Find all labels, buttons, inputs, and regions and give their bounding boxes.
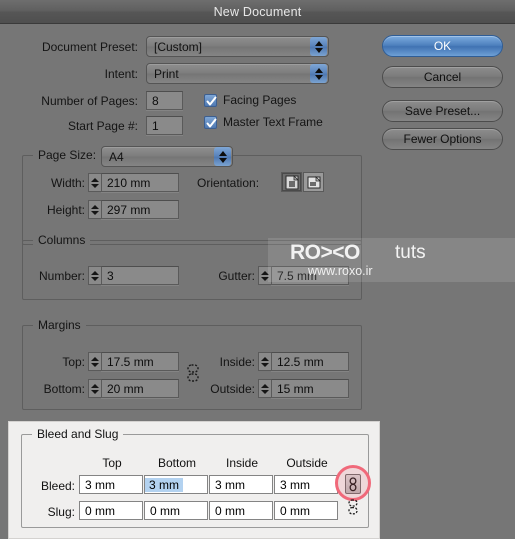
slug-inside-input[interactable]: 0 mm <box>209 501 273 520</box>
margin-inside-stepper[interactable] <box>258 352 271 371</box>
chevron-updown-icon <box>310 37 327 56</box>
facing-pages-label: Facing Pages <box>223 93 297 107</box>
document-preset-label: Document Preset: <box>41 40 138 54</box>
number-of-pages-input[interactable]: 8 <box>146 91 183 110</box>
slug-link-icon[interactable] <box>346 499 360 520</box>
orientation-portrait-button[interactable] <box>281 172 302 192</box>
columns-number-stepper[interactable] <box>88 266 101 285</box>
window-titlebar[interactable]: New Document <box>0 0 515 24</box>
bleed-bottom-selected-text: 3 mm <box>145 477 183 492</box>
cancel-button[interactable]: Cancel <box>382 66 503 88</box>
bleed-col-header-inside: Inside <box>225 456 259 470</box>
chevron-updown-icon <box>310 64 327 83</box>
bleed-and-slug-panel: Bleed and Slug Top Bottom Inside Outside… <box>8 421 380 539</box>
bleed-and-slug-group-label: Bleed and Slug <box>32 427 124 441</box>
master-text-frame-checkbox-row[interactable]: Master Text Frame <box>204 115 323 129</box>
margin-inside-label: Inside: <box>219 355 255 369</box>
bleed-link-highlight-ring <box>335 465 371 501</box>
margin-bottom-stepper[interactable] <box>88 379 101 398</box>
page-size-value: A4 <box>109 149 124 164</box>
slug-row-label: Slug: <box>47 505 75 519</box>
width-label: Width: <box>50 176 85 190</box>
margin-outside-stepper[interactable] <box>258 379 271 398</box>
landscape-page-icon <box>307 175 321 188</box>
save-preset-button[interactable]: Save Preset... <box>382 100 503 122</box>
gutter-stepper[interactable] <box>258 266 271 285</box>
height-input[interactable]: 297 mm <box>101 200 179 219</box>
columns-number-label: Number: <box>38 269 85 283</box>
margin-bottom-label: Bottom: <box>43 382 85 396</box>
bleed-col-header-outside: Outside <box>286 456 328 470</box>
width-input[interactable]: 210 mm <box>101 173 179 192</box>
columns-group-label: Columns <box>33 233 91 247</box>
fewer-options-button[interactable]: Fewer Options <box>382 128 503 150</box>
bleed-inside-input[interactable]: 3 mm <box>209 475 273 494</box>
dialog-body: Document Preset: [Custom] Intent: Print … <box>0 25 515 539</box>
margin-bottom-input[interactable]: 20 mm <box>101 379 179 398</box>
gutter-input[interactable]: 7.5 mm <box>271 266 349 285</box>
width-stepper[interactable] <box>88 173 101 192</box>
intent-value: Print <box>154 66 179 81</box>
bleed-top-input[interactable]: 3 mm <box>79 475 143 494</box>
bleed-outside-input[interactable]: 3 mm <box>274 475 338 494</box>
document-preset-value: [Custom] <box>154 39 203 54</box>
bleed-and-slug-group: Bleed and Slug Top Bottom Inside Outside… <box>21 427 371 528</box>
bleed-row-label: Bleed: <box>40 479 75 493</box>
page-size-select[interactable]: A4 <box>101 146 233 167</box>
height-stepper[interactable] <box>88 200 101 219</box>
window-title: New Document <box>213 4 302 19</box>
intent-label: Intent: <box>104 67 138 81</box>
checkbox-checked-icon[interactable] <box>204 93 217 107</box>
number-of-pages-label: Number of Pages: <box>41 94 138 108</box>
start-page-input[interactable]: 1 <box>146 116 183 135</box>
orientation-landscape-button[interactable] <box>303 172 324 192</box>
chevron-updown-icon <box>214 147 231 166</box>
margin-inside-input[interactable]: 12.5 mm <box>271 352 349 371</box>
margin-outside-input[interactable]: 15 mm <box>271 379 349 398</box>
height-label: Height: <box>46 203 85 217</box>
slug-top-input[interactable]: 0 mm <box>79 501 143 520</box>
portrait-page-icon <box>285 174 299 189</box>
page-size-group-label: Page Size: <box>33 148 102 162</box>
columns-number-input[interactable]: 3 <box>101 266 179 285</box>
page-size-group: Page Size: <box>22 148 362 245</box>
start-page-label: Start Page #: <box>67 119 138 133</box>
ok-button[interactable]: OK <box>382 35 503 57</box>
orientation-label: Orientation: <box>197 176 260 190</box>
facing-pages-checkbox-row[interactable]: Facing Pages <box>204 93 296 107</box>
gutter-label: Gutter: <box>218 269 255 283</box>
master-text-frame-label: Master Text Frame <box>223 115 323 129</box>
margin-top-stepper[interactable] <box>88 352 101 371</box>
checkbox-checked-icon[interactable] <box>204 115 217 129</box>
bleed-col-header-bottom: Bottom <box>157 456 196 470</box>
document-preset-select[interactable]: [Custom] <box>146 36 329 57</box>
bleed-col-header-top: Top <box>102 456 122 470</box>
slug-outside-input[interactable]: 0 mm <box>274 501 338 520</box>
slug-bottom-input[interactable]: 0 mm <box>144 501 208 520</box>
margin-outside-label: Outside: <box>210 382 255 396</box>
margins-group-label: Margins <box>33 318 86 332</box>
new-document-dialog: New Document Document Preset: [Custom] I… <box>0 0 515 539</box>
margin-top-label: Top: <box>62 355 85 369</box>
margin-top-input[interactable]: 17.5 mm <box>101 352 179 371</box>
intent-select[interactable]: Print <box>146 63 329 84</box>
bleed-bottom-input[interactable]: 3 mm <box>144 475 208 494</box>
